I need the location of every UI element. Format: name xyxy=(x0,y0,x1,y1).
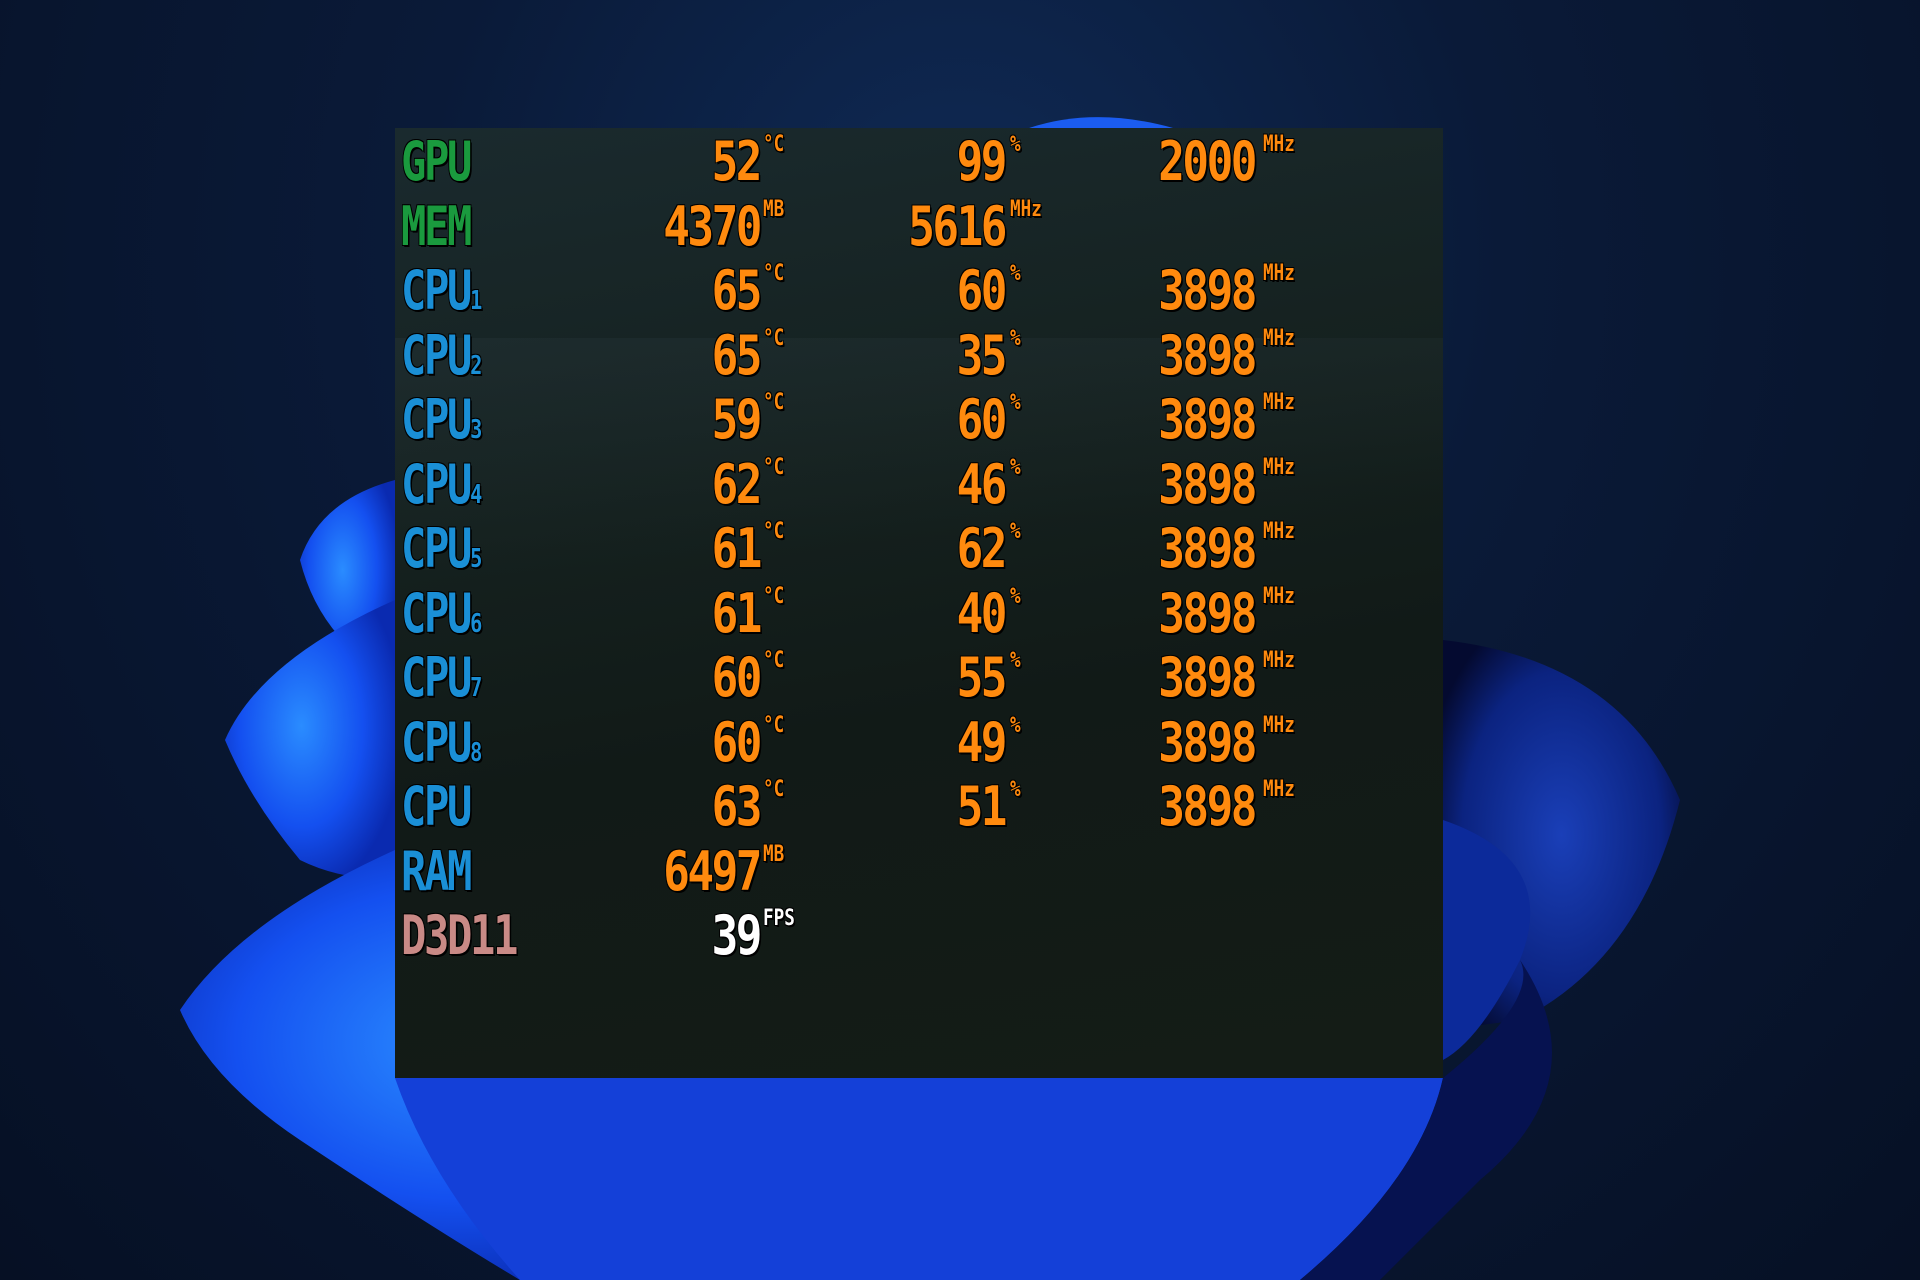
osd-row-cpu4: CPU4 62 °C 46% 3898 MHz xyxy=(401,452,1295,516)
core-index: 4 xyxy=(470,479,483,510)
sensor-unit: MHz xyxy=(1263,712,1295,738)
sensor-value: 62 xyxy=(956,517,1008,580)
sensor-unit: MHz xyxy=(1263,583,1295,609)
osd-row-d3d11: D3D11 39 FPS xyxy=(401,904,795,967)
sensor-unit: MHz xyxy=(1263,390,1295,415)
osd-row-gpu: GPU 52 °C 99% 2000 MHz xyxy=(401,130,1295,193)
sensor-unit: MHz xyxy=(1263,519,1295,544)
core-index: 7 xyxy=(470,673,483,703)
osd-row-cpu2: CPU2 65 °C 35% 3898 MHz xyxy=(401,323,1295,387)
sensor-unit: % xyxy=(1010,454,1021,480)
sensor-value: 49 xyxy=(956,710,1008,774)
core-index: 5 xyxy=(470,544,483,574)
sensor-value: 99 xyxy=(956,130,1008,193)
sensor-label: CPU7 xyxy=(401,646,483,709)
core-index: 2 xyxy=(470,350,483,381)
sensor-unit: % xyxy=(1010,777,1021,802)
osd-row-cpu7: CPU7 60 °C 55% 3898 MHz xyxy=(401,646,1295,709)
sensor-unit: MHz xyxy=(1010,196,1042,222)
sensor-unit: % xyxy=(1010,390,1021,415)
sensor-value: 3898 xyxy=(1158,710,1257,774)
sensor-unit: MHz xyxy=(1263,325,1295,351)
sensor-label: CPU2 xyxy=(401,323,483,387)
sensor-value: 63 xyxy=(711,775,763,838)
sensor-value: 59 xyxy=(711,388,763,451)
sensor-value: 3898 xyxy=(1158,646,1257,709)
sensor-label: CPU8 xyxy=(401,710,483,774)
sensor-unit: % xyxy=(1010,583,1021,609)
sensor-value: 3898 xyxy=(1158,452,1257,516)
sensor-unit: % xyxy=(1010,325,1021,351)
sensor-value: 3898 xyxy=(1158,581,1257,645)
sensor-value: 3898 xyxy=(1158,388,1257,451)
osd-row-mem: MEM 4370 MB 5616 MHz xyxy=(401,194,1042,258)
sensor-unit: MHz xyxy=(1263,132,1295,157)
sensor-value: 2000 xyxy=(1158,130,1257,193)
sensor-value: 61 xyxy=(711,581,763,645)
core-index: 1 xyxy=(470,286,483,316)
core-index: 3 xyxy=(470,415,483,445)
osd-row-ram: RAM 6497 MB xyxy=(401,839,785,903)
sensor-unit: MHz xyxy=(1263,777,1295,802)
sensor-label: CPU6 xyxy=(401,581,483,645)
sensor-value: 65 xyxy=(711,259,763,322)
sensor-value: 60 xyxy=(711,710,763,774)
sensor-unit: % xyxy=(1010,648,1021,673)
sensor-label: D3D11 xyxy=(401,904,518,967)
osd-row-cpu: CPU 63 °C 51% 3898 MHz xyxy=(401,775,1295,838)
core-index: 6 xyxy=(470,608,483,639)
sensor-unit: % xyxy=(1010,132,1021,157)
sensor-value: 40 xyxy=(956,581,1008,645)
sensor-value: 3898 xyxy=(1158,259,1257,322)
sensor-value: 52 xyxy=(711,130,763,193)
sensor-value: 4370 xyxy=(663,194,762,258)
osd-row-cpu5: CPU5 61 °C 62% 3898 MHz xyxy=(401,517,1295,580)
sensor-value: 35 xyxy=(956,323,1008,387)
sensor-value: 51 xyxy=(956,775,1008,838)
hardware-monitor-osd: GPU 52 °C 99% 2000 MHz MEM 4370 MB 5616 MHz CPU1 65 °… xyxy=(395,128,1443,1078)
sensor-unit: % xyxy=(1010,712,1021,738)
sensor-unit: % xyxy=(1010,261,1021,286)
sensor-label: CPU xyxy=(401,775,472,838)
sensor-label: CPU3 xyxy=(401,388,483,451)
sensor-label: CPU5 xyxy=(401,517,483,580)
sensor-value: 3898 xyxy=(1158,775,1257,838)
sensor-label: GPU xyxy=(401,130,472,193)
osd-row-cpu6: CPU6 61 °C 40% 3898 MHz xyxy=(401,581,1295,645)
sensor-value: 39 xyxy=(711,904,763,967)
osd-row-cpu1: CPU1 65 °C 60% 3898 MHz xyxy=(401,259,1295,322)
sensor-value: 3898 xyxy=(1158,323,1257,387)
sensor-value: 3898 xyxy=(1158,517,1257,580)
sensor-unit: MHz xyxy=(1263,261,1295,286)
sensor-value: 65 xyxy=(711,323,763,387)
petal-bottom xyxy=(395,1078,1443,1280)
sensor-label: CPU4 xyxy=(401,452,483,516)
sensor-value: 62 xyxy=(711,452,763,516)
sensor-unit: MHz xyxy=(1263,454,1295,480)
petal-left-2 xyxy=(225,600,395,880)
sensor-value: 6497 xyxy=(663,839,762,903)
sensor-label: CPU1 xyxy=(401,259,483,322)
sensor-value: 5616 xyxy=(908,194,1007,258)
sensor-value: 55 xyxy=(956,646,1008,709)
sensor-value: 46 xyxy=(956,452,1008,516)
sensor-unit: MHz xyxy=(1263,648,1295,673)
sensor-value: 61 xyxy=(711,517,763,580)
osd-row-cpu3: CPU3 59 °C 60% 3898 MHz xyxy=(401,388,1295,451)
sensor-unit: % xyxy=(1010,519,1021,544)
sensor-label: RAM xyxy=(401,839,472,903)
sensor-value: 60 xyxy=(956,259,1008,322)
core-index: 8 xyxy=(470,737,483,768)
sensor-value: 60 xyxy=(956,388,1008,451)
osd-row-cpu8: CPU8 60 °C 49% 3898 MHz xyxy=(401,710,1295,774)
sensor-label: MEM xyxy=(401,194,472,258)
sensor-value: 60 xyxy=(711,646,763,709)
